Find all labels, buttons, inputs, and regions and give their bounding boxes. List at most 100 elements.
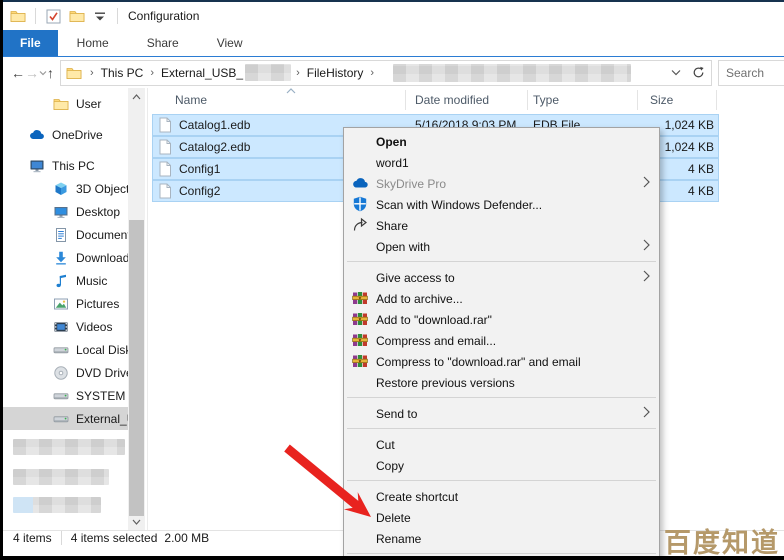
- sidebar-item-label: Desktop: [76, 205, 120, 219]
- divider: [117, 8, 118, 24]
- menu-item-word1[interactable]: word1: [344, 152, 659, 173]
- redacted-region: [13, 469, 109, 485]
- menu-item-share[interactable]: Share: [344, 215, 659, 236]
- watermark: 百度知道: [664, 521, 780, 560]
- column-header-type[interactable]: Type: [533, 93, 559, 107]
- tab-view[interactable]: View: [198, 30, 262, 56]
- menu-item-open-with[interactable]: Open with: [344, 236, 659, 257]
- address-dropdown-icon[interactable]: [667, 64, 684, 81]
- menu-item-add-to-archive[interactable]: Add to archive...: [344, 288, 659, 309]
- menu-item-delete[interactable]: Delete: [344, 507, 659, 528]
- properties-checkbox-icon[interactable]: [45, 8, 62, 25]
- sidebar-item-system-f-[interactable]: SYSTEM (F:): [3, 384, 128, 407]
- redacted-region: [245, 64, 291, 81]
- menu-item-skydrive-pro[interactable]: SkyDrive Pro: [344, 173, 659, 194]
- sidebar-item-user[interactable]: User: [3, 92, 128, 115]
- column-headers: Name Date modified Type Size: [148, 88, 784, 113]
- menu-item-label: Scan with Windows Defender...: [376, 198, 542, 212]
- menu-item-open[interactable]: Open: [344, 131, 659, 152]
- menu-item-compress-and-email[interactable]: Compress and email...: [344, 330, 659, 351]
- hdd-icon: [53, 388, 69, 404]
- column-header-size[interactable]: Size: [650, 93, 673, 107]
- breadcrumb-item[interactable]: External_USB_: [159, 66, 245, 80]
- music-note-icon: [53, 273, 69, 289]
- sidebar-item-music[interactable]: Music: [3, 269, 128, 292]
- sidebar-item-local-disk-c-[interactable]: Local Disk (C:): [3, 338, 128, 361]
- document-icon: [53, 227, 69, 243]
- menu-item-scan-with-windows-defender[interactable]: Scan with Windows Defender...: [344, 194, 659, 215]
- refresh-icon[interactable]: [690, 64, 707, 81]
- tab-file[interactable]: File: [3, 30, 58, 56]
- address-bar[interactable]: ›This PC›External_USB_›FileHistory›: [60, 60, 712, 86]
- menu-item-rename[interactable]: Rename: [344, 528, 659, 549]
- menu-item-compress-to-download-rar-and-email[interactable]: Compress to "download.rar" and email: [344, 351, 659, 372]
- scrollbar-thumb[interactable]: [129, 220, 144, 516]
- sort-ascending-icon: [286, 88, 296, 94]
- breadcrumb-separator-icon: ›: [85, 67, 99, 79]
- breadcrumb-item[interactable]: FileHistory: [305, 66, 366, 80]
- redacted-region: [393, 64, 631, 82]
- scroll-down-icon[interactable]: [128, 513, 145, 530]
- window-frame-edge: [0, 0, 784, 2]
- sidebar-item-documents[interactable]: Documents: [3, 223, 128, 246]
- file-page-icon: [158, 183, 172, 199]
- menu-item-send-to[interactable]: Send to: [344, 403, 659, 424]
- sidebar-item-dvd-drive-d-h[interactable]: DVD Drive (D:) H: [3, 361, 128, 384]
- forward-button[interactable]: →: [25, 65, 39, 81]
- customize-toolbar-icon[interactable]: [91, 8, 108, 25]
- video-icon: [53, 319, 69, 335]
- ribbon-tab-bar: FileHomeShareView: [3, 30, 784, 57]
- menu-item-label: Add to archive...: [376, 292, 463, 306]
- menu-item-label: Add to "download.rar": [376, 313, 492, 327]
- sidebar-item-downloads[interactable]: Downloads: [3, 246, 128, 269]
- column-divider[interactable]: [716, 90, 717, 110]
- winrar-icon: [352, 353, 369, 370]
- menu-item-label: Compress to "download.rar" and email: [376, 355, 581, 369]
- sidebar-item-desktop[interactable]: Desktop: [3, 200, 128, 223]
- divider: [35, 8, 36, 24]
- menu-item-label: SkyDrive Pro: [376, 177, 446, 191]
- menu-item-cut[interactable]: Cut: [344, 434, 659, 455]
- tab-share[interactable]: Share: [128, 30, 198, 56]
- redacted-region: [13, 497, 101, 513]
- defender-shield-icon: [352, 196, 369, 213]
- sidebar-item-external-usb-250[interactable]: External_USB_250: [3, 407, 128, 430]
- sidebar-item-onedrive[interactable]: OneDrive: [3, 123, 128, 146]
- back-button[interactable]: ←: [11, 65, 25, 81]
- hdd-icon: [53, 411, 69, 427]
- file-page-icon: [158, 117, 172, 133]
- menu-item-copy[interactable]: Copy: [344, 455, 659, 476]
- address-bar-row: ← → ↑ ›This PC›External_USB_›FileHistory…: [3, 57, 784, 88]
- sidebar-item-pictures[interactable]: Pictures: [3, 292, 128, 315]
- menu-item-restore-previous-versions[interactable]: Restore previous versions: [344, 372, 659, 393]
- column-divider[interactable]: [637, 90, 638, 110]
- column-header-name[interactable]: Name: [175, 93, 207, 107]
- menu-item-add-to-download-rar[interactable]: Add to "download.rar": [344, 309, 659, 330]
- sidebar-item-this-pc[interactable]: This PC: [3, 154, 128, 177]
- menu-item-give-access-to[interactable]: Give access to: [344, 267, 659, 288]
- sidebar-item-3d-objects[interactable]: 3D Objects: [3, 177, 128, 200]
- search-input[interactable]: Search: [718, 60, 784, 86]
- breadcrumb-item[interactable]: This PC: [99, 66, 146, 80]
- divider: [61, 531, 62, 545]
- up-button[interactable]: ↑: [47, 65, 54, 81]
- column-divider[interactable]: [405, 90, 406, 110]
- scroll-up-icon[interactable]: [128, 88, 145, 105]
- column-divider[interactable]: [527, 90, 528, 110]
- breadcrumb-separator-icon: ›: [365, 67, 379, 79]
- sidebar-item-label: This PC: [52, 159, 95, 173]
- menu-item-label: Cut: [376, 438, 395, 452]
- sidebar-item-videos[interactable]: Videos: [3, 315, 128, 338]
- onedrive-cloud-icon: [29, 127, 45, 143]
- navigation-pane: User OneDrive This PC 3D Objects Desktop Docu…: [3, 88, 128, 544]
- sidebar-scrollbar[interactable]: [128, 88, 145, 544]
- breadcrumb-separator-icon: ›: [145, 67, 159, 79]
- new-folder-icon[interactable]: [68, 8, 85, 25]
- menu-item-create-shortcut[interactable]: Create shortcut: [344, 486, 659, 507]
- sidebar-item-label: Videos: [76, 320, 112, 334]
- window-title: Configuration: [128, 9, 199, 23]
- column-header-date[interactable]: Date modified: [415, 93, 489, 107]
- tab-home[interactable]: Home: [58, 30, 128, 56]
- window-frame-edge: [0, 556, 784, 560]
- history-chevron-icon[interactable]: [39, 70, 47, 76]
